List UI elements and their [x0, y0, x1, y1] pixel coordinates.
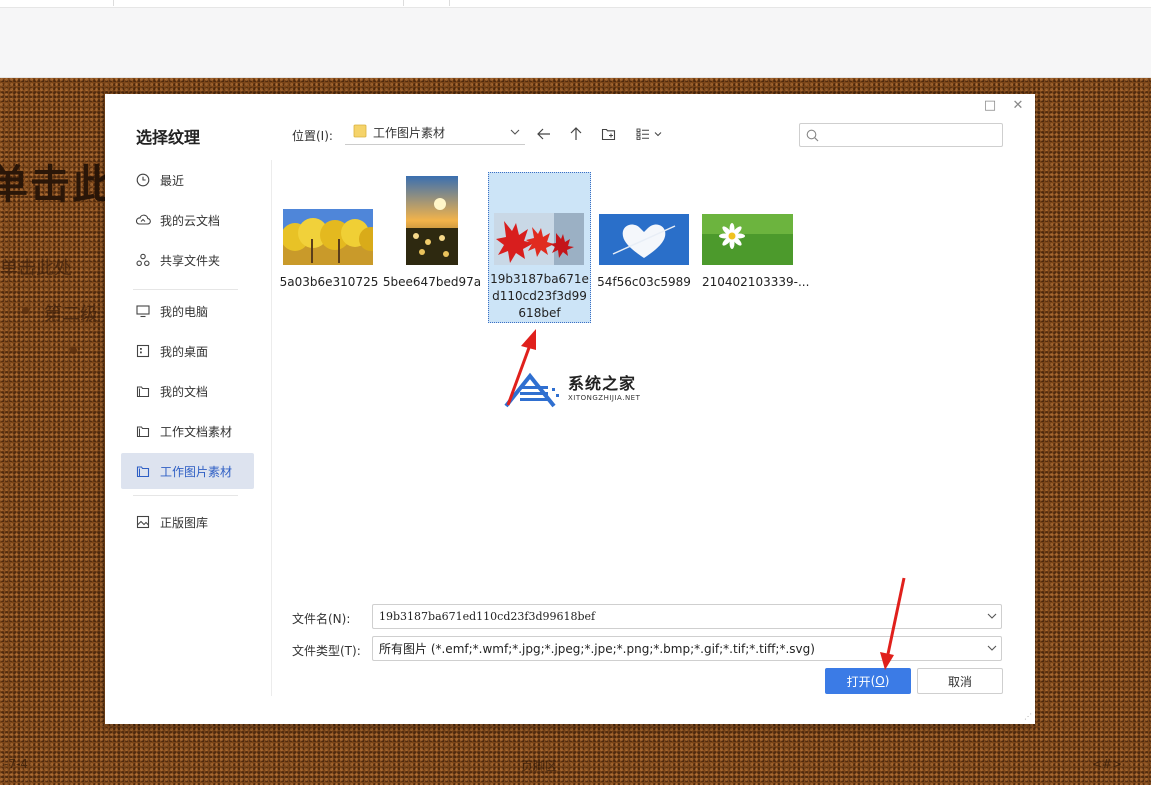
location-value: 工作图片素材 — [373, 126, 446, 140]
gallery-icon — [135, 514, 151, 530]
dialog-title: 选择纹理 — [136, 128, 201, 147]
sidebar-item-label: 我的云文档 — [160, 213, 221, 228]
file-tile[interactable]: 54f56c03c5989 — [594, 172, 694, 323]
image-thumbnail-daisy — [702, 214, 793, 265]
sidebar-item-label: 工作图片素材 — [160, 464, 233, 479]
clock-icon — [135, 172, 151, 188]
close-button[interactable]: ✕ — [1009, 97, 1027, 115]
watermark-logo-icon — [504, 372, 559, 408]
sidebar-item-work-images[interactable]: 工作图片素材 — [121, 453, 254, 489]
sidebar-item-label: 正版图库 — [160, 515, 209, 530]
sidebar-item-gallery[interactable]: 正版图库 — [121, 504, 254, 540]
file-name: 5bee647bed97a — [382, 275, 482, 289]
tab-divider — [403, 0, 404, 6]
bullet-marker — [22, 307, 29, 314]
maximize-button[interactable]: □ — [981, 97, 999, 115]
arrow-left-icon — [537, 128, 550, 140]
back-button[interactable] — [533, 123, 555, 145]
file-tile-selected[interactable]: 19b3187ba671ed110cd23f3d99618bef — [488, 172, 591, 323]
image-thumbnail-heart-cloud — [599, 214, 689, 265]
open-button-mnemonic: O — [875, 674, 885, 688]
watermark-text-en: XITONGZHIJIA.NET — [568, 394, 641, 402]
sidebar-item-work-docs[interactable]: 工作文档素材 — [121, 413, 254, 449]
filename-input[interactable]: 19b3187ba671ed110cd23f3d99618bef — [379, 610, 983, 623]
slide-footer: 页脚区 — [521, 759, 558, 773]
sidebar-item-label: 我的文档 — [160, 384, 209, 399]
filename-label: 文件名(N): — [292, 612, 351, 626]
monitor-icon — [135, 303, 151, 319]
sidebar-item-recent[interactable]: 最近 — [121, 162, 254, 198]
watermark-text-cn: 系统之家 — [568, 374, 637, 393]
chevron-down-icon[interactable] — [983, 611, 1001, 622]
toolbar-ribbon — [0, 8, 1151, 78]
cloud-icon — [135, 212, 151, 228]
view-mode-button[interactable] — [633, 123, 667, 145]
location-label: 位置(I): — [292, 129, 333, 143]
file-tile[interactable]: 5bee647bed97a — [382, 172, 482, 323]
chevron-down-icon — [505, 127, 525, 138]
chevron-down-icon — [983, 643, 1001, 654]
sidebar-item-desktop[interactable]: 我的桌面 — [121, 333, 254, 369]
share-icon — [135, 252, 151, 268]
filetype-label: 文件类型(T): — [292, 644, 361, 658]
open-button-label: 打开 — [846, 674, 871, 689]
sidebar-item-shared-folder[interactable]: 共享文件夹 — [121, 242, 254, 278]
file-name: 19b3187ba671ed110cd23f3d99618bef — [490, 272, 589, 320]
slide-body-text: 第二级 — [44, 304, 98, 325]
arrow-up-icon — [570, 127, 582, 140]
site-watermark: 系统之家 XITONGZHIJIA.NET — [498, 368, 668, 418]
filename-combobox[interactable]: 19b3187ba671ed110cd23f3d99618bef — [372, 604, 1002, 629]
location-dropdown[interactable]: 工作图片素材 — [345, 121, 525, 145]
new-folder-button[interactable] — [598, 123, 620, 145]
tab-divider — [449, 0, 450, 6]
folder-icon — [135, 383, 151, 399]
sidebar-item-cloud-docs[interactable]: 我的云文档 — [121, 202, 254, 238]
sidebar-divider — [133, 289, 238, 290]
slide-body-text: 单击此处 — [0, 258, 72, 279]
file-tile[interactable]: 5a03b6e310725 — [279, 172, 379, 323]
sidebar-item-label: 最近 — [160, 173, 185, 188]
sidebar-separator — [271, 160, 272, 696]
open-button[interactable]: 打开(O) — [825, 668, 911, 694]
sidebar-item-label: 我的电脑 — [160, 304, 209, 319]
filetype-value: 所有图片 (*.emf;*.wmf;*.jpg;*.jpeg;*.jpe;*.p… — [379, 642, 815, 656]
slide-title: 单击此 — [0, 162, 114, 208]
bullet-marker — [70, 347, 77, 354]
tab-divider — [113, 0, 114, 6]
sidebar-item-label: 我的桌面 — [160, 344, 209, 359]
search-input[interactable] — [825, 128, 1002, 142]
slide-footer-date: -7-4 — [4, 757, 28, 771]
file-tile[interactable]: 210402103339-... — [697, 172, 809, 323]
list-view-icon — [636, 128, 662, 140]
file-name: 210402103339-... — [702, 275, 810, 289]
folder-icon — [135, 463, 151, 479]
sidebar-divider — [133, 495, 238, 496]
filetype-dropdown[interactable]: 所有图片 (*.emf;*.wmf;*.jpg;*.jpeg;*.jpe;*.p… — [372, 636, 1002, 661]
folder-icon — [135, 423, 151, 439]
image-thumbnail-red-maple — [494, 213, 584, 265]
cancel-button[interactable]: 取消 — [917, 668, 1003, 694]
file-name: 5a03b6e310725 — [279, 275, 379, 289]
sidebar-item-my-documents[interactable]: 我的文档 — [121, 373, 254, 409]
resize-grip-icon[interactable]: ⋰ — [1024, 713, 1032, 721]
file-name: 54f56c03c5989 — [597, 275, 691, 289]
sidebar-item-my-computer[interactable]: 我的电脑 — [121, 293, 254, 329]
image-thumbnail-yellow-trees — [283, 209, 373, 265]
search-icon — [806, 129, 819, 141]
search-box[interactable] — [799, 123, 1003, 147]
sidebar-item-label: 工作文档素材 — [160, 424, 233, 439]
desktop-icon — [135, 343, 151, 359]
image-thumbnail-sunset-flowers — [406, 176, 458, 265]
slide-page-number: <#> — [1092, 757, 1123, 771]
sidebar-item-label: 共享文件夹 — [160, 253, 221, 268]
folder-icon — [353, 124, 367, 141]
app-top-bar — [0, 0, 1151, 8]
new-folder-icon — [601, 128, 616, 141]
up-folder-button[interactable] — [565, 123, 587, 145]
